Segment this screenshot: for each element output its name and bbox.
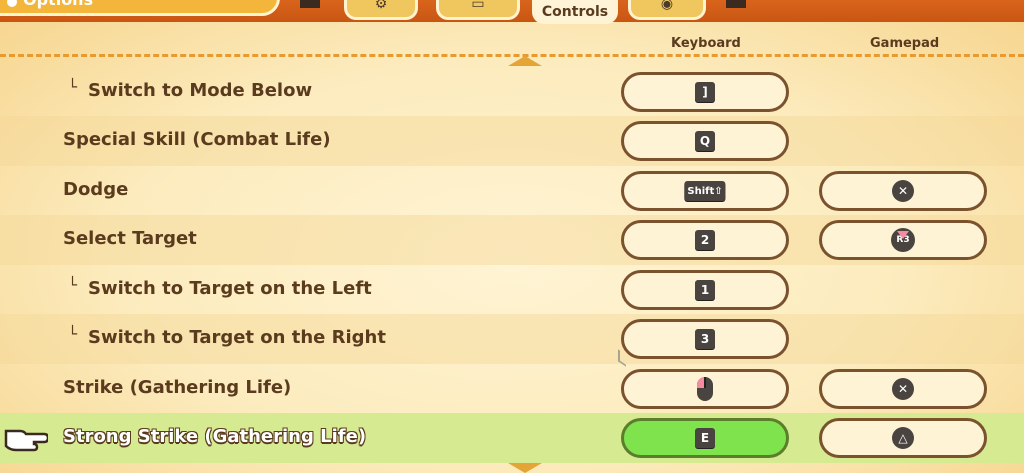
keyboard-binding-button[interactable]: 1	[621, 270, 789, 310]
gamepad-binding-button[interactable]: ✕	[819, 369, 987, 409]
table-row[interactable]: Dodge Shift⇧ ✕	[0, 166, 1024, 216]
gamepad-binding-button[interactable]: ✕	[819, 171, 987, 211]
options-icon	[7, 0, 17, 7]
table-row[interactable]: └ Switch to Target on the Right 3	[0, 314, 1024, 364]
header-divider	[0, 54, 1024, 57]
table-row[interactable]: └ Switch to Mode Below]	[0, 67, 1024, 117]
tab-display[interactable]: ▭	[436, 0, 520, 20]
action-label: Strike (Gathering Life)	[63, 377, 292, 398]
sub-item-marker: └	[68, 78, 78, 96]
keyboard-column-header: Keyboard	[671, 36, 741, 51]
tab-edge-icon	[300, 0, 320, 8]
keyboard-binding-button[interactable]: Q	[621, 121, 789, 161]
key-icon: E	[695, 428, 715, 448]
keyboard-binding-button[interactable]: E	[621, 418, 789, 458]
action-label: Select Target	[63, 228, 197, 249]
table-row[interactable]: Select Target 2 R3	[0, 215, 1024, 265]
action-label: Dodge	[63, 179, 129, 200]
gear-icon: ⚙	[374, 0, 388, 12]
keyboard-binding-button[interactable]: Shift⇧	[621, 171, 789, 211]
key-icon: 1	[695, 280, 715, 300]
globe-icon: ◉	[660, 0, 674, 12]
options-title: Options	[23, 0, 93, 9]
options-title-tab: Options	[0, 0, 280, 16]
table-row[interactable]: Strike (Gathering Life) ✕	[0, 364, 1024, 414]
pointing-hand-icon	[4, 429, 48, 452]
gamepad-binding-button[interactable]: R3	[819, 220, 987, 260]
keyboard-binding-button[interactable]: 2	[621, 220, 789, 260]
action-label: Switch to Mode Below	[88, 80, 313, 101]
action-label: Switch to Target on the Left	[88, 278, 372, 299]
key-icon: Q	[695, 131, 715, 151]
tab-settings[interactable]: ⚙	[344, 0, 418, 20]
key-icon: 3	[695, 329, 715, 349]
key-icon: ]	[695, 82, 715, 102]
table-row[interactable]: └ Switch to Target on the Left 1	[0, 265, 1024, 315]
cross-button-icon: ✕	[892, 180, 914, 202]
r3-stick-icon: R3	[891, 228, 915, 252]
table-row[interactable]: Strong Strike (Gathering Life) E △	[0, 413, 1024, 463]
table-row[interactable]: Special Skill (Combat Life) Q	[0, 116, 1024, 166]
keyboard-binding-button[interactable]: 3	[621, 319, 789, 359]
tab-edge-icon-right	[726, 0, 746, 8]
sub-item-marker: └	[68, 276, 78, 294]
sub-item-marker: └	[68, 325, 78, 343]
tab-bar: Options ⚙ ▭ ◉	[0, 0, 1024, 24]
tab-network[interactable]: ◉	[628, 0, 706, 20]
gamepad-column-header: Gamepad	[870, 36, 940, 51]
key-icon: 2	[695, 230, 715, 250]
gamepad-binding-button[interactable]: △	[819, 418, 987, 458]
mouse-left-click-icon	[697, 377, 713, 401]
monitor-icon: ▭	[471, 0, 485, 12]
keyboard-binding-button[interactable]	[621, 369, 789, 409]
cross-button-icon: ✕	[892, 378, 914, 400]
key-icon: Shift⇧	[684, 181, 726, 201]
tab-controls-label: Controls	[541, 4, 609, 20]
action-label: Switch to Target on the Right	[88, 327, 386, 348]
triangle-button-icon: △	[892, 427, 914, 449]
keyboard-binding-button[interactable]: ]	[621, 72, 789, 112]
action-label: Special Skill (Combat Life)	[63, 129, 331, 150]
action-label: Strong Strike (Gathering Life)	[63, 426, 367, 447]
